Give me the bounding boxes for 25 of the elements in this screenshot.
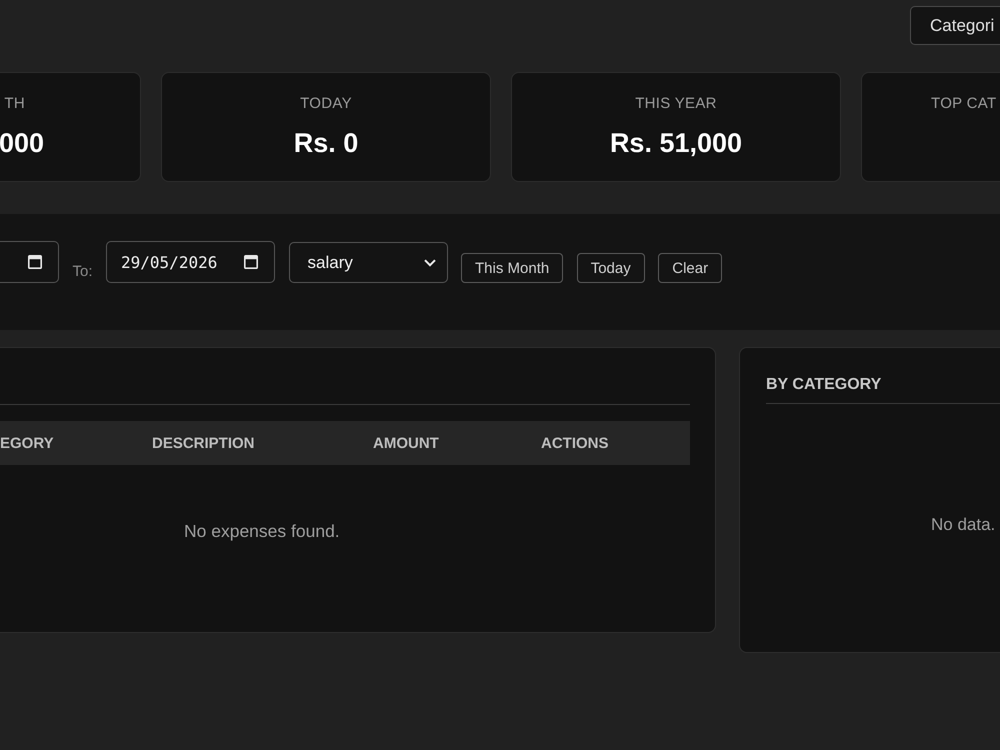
column-header: EGORY bbox=[0, 434, 54, 452]
filter-button[interactable]: Clear bbox=[658, 253, 722, 283]
date-field[interactable]: 29/05/2026 bbox=[106, 241, 276, 283]
filter-label: To: bbox=[72, 263, 93, 281]
empty-message: No data. bbox=[931, 514, 996, 536]
stat-value: Rs. 51,000 bbox=[610, 127, 742, 160]
stat-value: Rs. 0 bbox=[294, 127, 358, 160]
filter-button[interactable]: This Month bbox=[461, 253, 564, 283]
calendar-icon bbox=[28, 255, 42, 269]
chevron-icon bbox=[424, 258, 436, 266]
filter-button[interactable]: Today bbox=[576, 253, 645, 283]
stat-label: THIS YEAR bbox=[635, 94, 717, 114]
category-select[interactable]: salary bbox=[288, 242, 448, 283]
empty-message: No expenses found. bbox=[184, 520, 340, 543]
panel-title: BY CATEGORY bbox=[766, 375, 882, 395]
column-header: ACTIONS bbox=[540, 434, 608, 452]
date-field[interactable] bbox=[0, 241, 59, 283]
nav-button[interactable]: Categori bbox=[910, 6, 1000, 45]
column-header: DESCRIPTION bbox=[151, 434, 255, 452]
column-header: AMOUNT bbox=[372, 434, 439, 452]
stat-label: TOP CAT bbox=[931, 94, 996, 114]
stat-label: TH bbox=[4, 94, 25, 114]
stat-label: TODAY bbox=[300, 94, 352, 114]
stat-value: 000 bbox=[0, 127, 44, 160]
calendar-icon bbox=[244, 255, 258, 269]
